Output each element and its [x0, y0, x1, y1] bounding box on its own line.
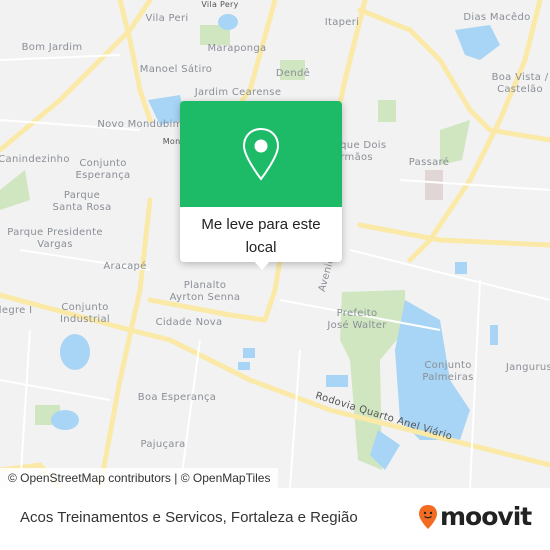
moovit-pin-icon: [419, 504, 437, 529]
map-pin-icon: [242, 127, 280, 181]
label-passare: Passaré: [409, 156, 449, 168]
label-itaperi: Itaperi: [325, 17, 360, 28]
label-vila-peri: Vila Peri: [146, 13, 189, 24]
label-conjunto-esperanca: Conjunto: [79, 158, 126, 169]
label-bom-jardim: Bom Jardim: [22, 42, 83, 53]
label-conjunto-industrial: Conjunto: [61, 302, 108, 313]
map-attribution[interactable]: © OpenStreetMap contributors | © OpenMap…: [0, 468, 279, 488]
label-manoel-satiro: Manoel Sátiro: [140, 63, 212, 75]
footer: Acos Treinamentos e Servicos, Fortaleza …: [0, 488, 550, 550]
label-prefeito: Prefeito: [337, 308, 378, 319]
label-jangurussu: Jangurussu: [505, 362, 550, 373]
moovit-wordmark: moovit: [440, 502, 532, 531]
label-boa-esperanca: Boa Esperança: [138, 392, 216, 403]
take-me-here-link[interactable]: Me leve para este local: [180, 207, 342, 259]
popup-header: [180, 101, 342, 207]
label-dias-macedo: Dias Macêdo: [463, 11, 530, 23]
popup-pointer: [253, 260, 271, 270]
label-parque-santa-rosa: Parque: [64, 190, 100, 201]
label-boa-vista: Boa Vista /: [492, 72, 549, 83]
label-maraponga: Maraponga: [208, 43, 267, 54]
label-jose-walter: José Walter: [326, 319, 387, 331]
location-title: Acos Treinamentos e Servicos, Fortaleza …: [20, 509, 358, 526]
label-cidade-nova: Cidade Nova: [156, 317, 223, 328]
label-esperanca: Esperança: [76, 170, 131, 181]
label-industrial: Industrial: [60, 314, 110, 325]
moovit-logo[interactable]: moovit: [418, 502, 532, 531]
label-jardim-cearense: Jardim Cearense: [194, 87, 282, 98]
label-palmeiras: Palmeiras: [422, 372, 473, 383]
label-castelao: Castelão: [497, 84, 543, 95]
label-conjunto-palmeiras: Conjunto: [424, 360, 471, 371]
label-planalto: Planalto: [184, 280, 227, 291]
label-ayrton-senna: Ayrton Senna: [170, 292, 241, 303]
label-novo-mondubim: Novo Mondubim: [97, 119, 182, 130]
label-canindezinho: Canindezinho: [0, 154, 70, 165]
label-dende: Dendê: [276, 67, 310, 79]
label-aracape: Aracapé: [103, 260, 146, 272]
destination-popup[interactable]: Me leve para este local: [180, 101, 342, 262]
label-alegre: Alegre I: [0, 305, 32, 316]
label-vila-pery: Vila Pery: [201, 0, 238, 9]
label-parque-presidente: Parque Presidente: [7, 227, 103, 238]
label-pajucara: Pajuçara: [140, 439, 185, 450]
label-irmaos: Irmãos: [337, 152, 373, 163]
label-vargas: Vargas: [37, 239, 73, 250]
label-santa-rosa: Santa Rosa: [53, 202, 112, 213]
